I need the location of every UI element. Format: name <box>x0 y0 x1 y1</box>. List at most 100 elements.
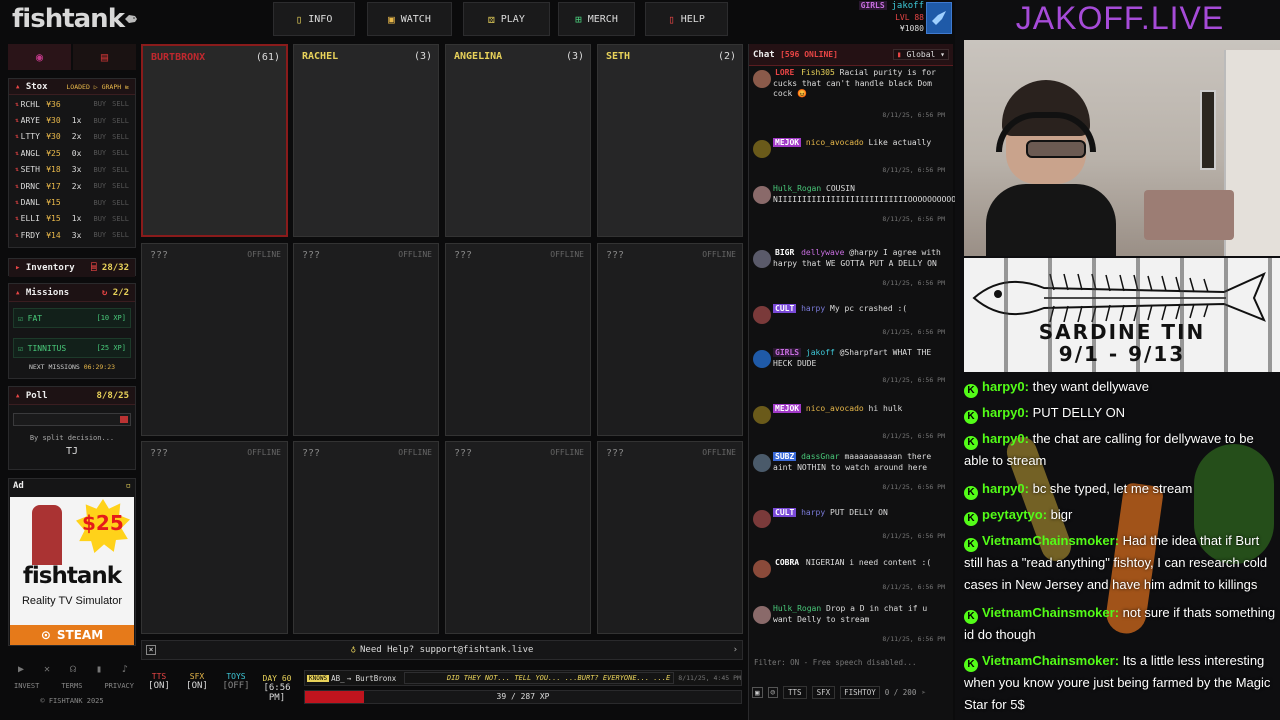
chat-input[interactable]: Filter: ON - Free speech disabled... <box>750 654 950 672</box>
cam-offline[interactable]: ??? OFFLINE <box>293 243 439 436</box>
cam-offline[interactable]: ??? OFFLINE <box>597 243 743 436</box>
buy-button[interactable]: BUY <box>93 100 106 108</box>
close-ad-icon[interactable]: ▫ <box>126 481 131 491</box>
kick-icon[interactable]: ▮ <box>96 664 102 675</box>
sell-button[interactable]: SELL <box>112 199 129 207</box>
buy-button[interactable]: BUY <box>93 133 106 141</box>
mission-item[interactable]: ☑ FAT [10 XP] <box>13 308 131 328</box>
cam-offline[interactable]: ??? OFFLINE <box>141 441 288 634</box>
overlay-chat-message: K VietnamChainsmoker: not sure if thats s… <box>964 602 1276 646</box>
sell-button[interactable]: SELL <box>112 117 129 125</box>
steam-banner[interactable]: ⊙ STEAM <box>10 625 134 645</box>
cam-offline[interactable]: ??? OFFLINE <box>293 441 439 634</box>
buy-button[interactable]: BUY <box>93 182 106 190</box>
help-bar[interactable]: × ♁ Need Help? support@fishtank.live › <box>141 640 743 660</box>
tiktok-icon[interactable]: ♪ <box>122 664 128 675</box>
chat-avatar[interactable] <box>753 70 771 88</box>
chat-badge: BIGR <box>775 248 795 257</box>
chat-avatar[interactable] <box>753 306 771 324</box>
chat-username[interactable]: Hulk_Rogan <box>773 604 821 613</box>
invest-link[interactable]: INVEST <box>14 682 39 690</box>
fishtank-logo[interactable]: fishtank <box>12 2 138 36</box>
cam-offline[interactable]: ??? OFFLINE <box>141 243 288 436</box>
chat-avatar[interactable] <box>753 406 771 424</box>
chevron-right-icon[interactable]: › <box>733 645 738 655</box>
youtube-icon[interactable]: ▶ <box>18 664 24 675</box>
sell-button[interactable]: SELL <box>112 100 129 108</box>
chat-avatar[interactable] <box>753 250 771 268</box>
info-button[interactable]: ▯ INFO <box>273 2 355 36</box>
sell-button[interactable]: SELL <box>112 231 129 239</box>
sfx-toggle[interactable]: SFX [ON] <box>180 672 214 702</box>
chat-username[interactable]: dassGnar <box>801 452 840 461</box>
chat-username[interactable]: harpy <box>801 508 825 517</box>
shop-tab[interactable]: ▤ <box>73 44 136 70</box>
chat-username[interactable]: jakoff <box>806 348 835 357</box>
terms-link[interactable]: TERMS <box>61 682 82 690</box>
buy-button[interactable]: BUY <box>93 149 106 157</box>
close-help-icon[interactable]: × <box>146 645 156 655</box>
sell-button[interactable]: SELL <box>112 182 129 190</box>
chat-avatar[interactable] <box>753 140 771 158</box>
chat-username[interactable]: nico_avocado <box>806 404 864 413</box>
buy-button[interactable]: BUY <box>93 199 106 207</box>
sell-button[interactable]: SELL <box>112 149 129 157</box>
inventory-panel[interactable]: ▸ Inventory ⌸ 28/32 <box>8 258 136 277</box>
privacy-link[interactable]: PRIVACY <box>104 682 134 690</box>
sell-button[interactable]: SELL <box>112 133 129 141</box>
chat-username[interactable]: harpy <box>801 304 825 313</box>
stox-controls[interactable]: LOADED ▷ GRAPH ⊵ <box>66 83 129 91</box>
buy-button[interactable]: BUY <box>93 117 106 125</box>
mission-item[interactable]: ☑ TINNITUS [25 XP] <box>13 338 131 358</box>
stox-tab[interactable]: ◉ <box>8 44 71 70</box>
buy-button[interactable]: BUY <box>93 215 106 223</box>
user-avatar[interactable] <box>926 2 952 34</box>
poll-header[interactable]: ▴ Poll 8/8/25 <box>9 387 135 405</box>
chat-avatar[interactable] <box>753 606 771 624</box>
cam-offline[interactable]: ??? OFFLINE <box>597 441 743 634</box>
cam-rachel[interactable]: RACHEL (3) <box>293 44 439 237</box>
tts-toggle[interactable]: TTS [ON] <box>142 672 176 702</box>
chat-avatar[interactable] <box>753 510 771 528</box>
merch-button[interactable]: ⊞ MERCH <box>558 2 635 36</box>
toys-toggle[interactable]: TOYS [OFF] <box>218 672 254 702</box>
chat-username[interactable]: nico_avocado <box>806 138 864 147</box>
watch-button[interactable]: ▣ WATCH <box>367 2 452 36</box>
cam-seth[interactable]: SETH (2) <box>597 44 743 237</box>
chat-username[interactable]: NIGERIAN <box>806 558 845 567</box>
send-icon[interactable]: ➤ <box>921 688 926 697</box>
missions-header[interactable]: ▴ Missions ↻ 2/2 <box>9 284 135 302</box>
channel-select[interactable]: ▮ Global ▾ <box>892 49 949 60</box>
chat-avatar[interactable] <box>753 560 771 578</box>
play-button[interactable]: ⚄ PLAY <box>463 2 550 36</box>
sell-button[interactable]: SELL <box>112 166 129 174</box>
twitter-icon[interactable]: ✕ <box>44 664 50 675</box>
chat-username[interactable]: Fish305 <box>801 68 835 77</box>
user-info[interactable]: GIRLS jakoff LVL 88 ¥1080 <box>858 0 924 38</box>
chat-avatar[interactable] <box>753 186 771 204</box>
overlay-text: PUT DELLY ON <box>1032 405 1126 420</box>
chat-tts-button[interactable]: TTS <box>783 685 807 699</box>
chat-fishtoy-button[interactable]: FISHTOY <box>840 685 880 699</box>
cam-burtbronx[interactable]: BURTBRONX (61) <box>141 44 288 237</box>
buy-button[interactable]: BUY <box>93 231 106 239</box>
overlay-chat-message: K VietnamChainsmoker: Its a little less i… <box>964 650 1276 716</box>
ticker[interactable]: KNOWS AB_ → BurtBronx DID THEY NOT... TE… <box>304 670 742 686</box>
buy-button[interactable]: BUY <box>93 166 106 174</box>
sell-button[interactable]: SELL <box>112 215 129 223</box>
image-icon[interactable]: ▣ <box>752 686 763 698</box>
chat-username[interactable]: Hulk_Rogan <box>773 184 821 193</box>
ad-image[interactable]: $25 fishtank Reality TV Simulator <box>10 497 134 625</box>
emote-icon[interactable]: ☺ <box>767 686 779 698</box>
chat-avatar[interactable] <box>753 350 771 368</box>
chat-username[interactable]: dellywave <box>801 248 844 257</box>
chat-sfx-button[interactable]: SFX <box>811 685 836 699</box>
poll-bar[interactable] <box>13 413 131 426</box>
sort-icon: ⇅ <box>15 117 19 125</box>
help-button[interactable]: ▯ HELP <box>645 2 728 36</box>
chat-avatar[interactable] <box>753 454 771 472</box>
discord-icon[interactable]: ☊ <box>70 664 76 675</box>
cam-offline[interactable]: ??? OFFLINE <box>445 441 591 634</box>
cam-offline[interactable]: ??? OFFLINE <box>445 243 591 436</box>
cam-angelina[interactable]: ANGELINA (3) <box>445 44 591 237</box>
